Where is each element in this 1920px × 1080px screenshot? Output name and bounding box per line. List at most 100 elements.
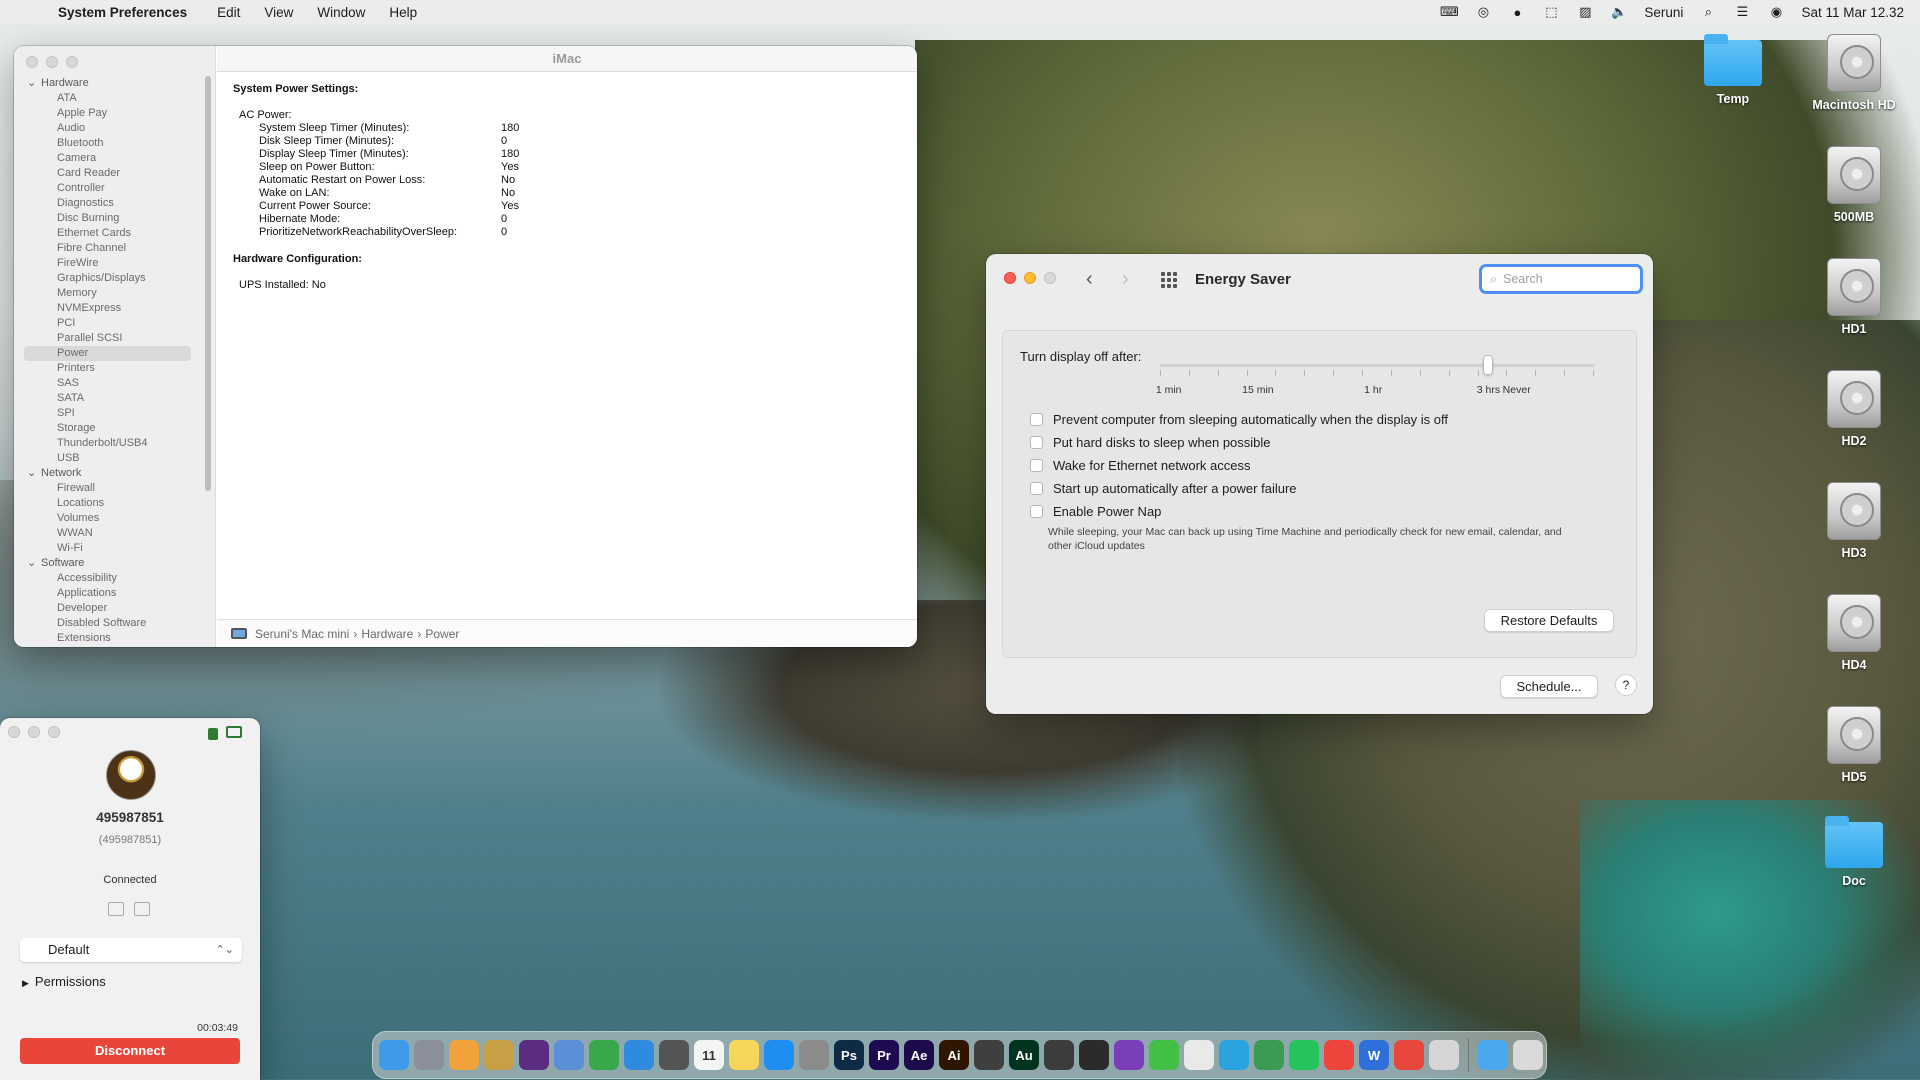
sidebar-item-network[interactable]: Network: [14, 466, 215, 481]
desktop-item-temp[interactable]: Temp: [1678, 34, 1788, 106]
minimize-button[interactable]: [1024, 272, 1036, 284]
sidebar-item-ata[interactable]: ATA: [14, 91, 215, 106]
app3-icon[interactable]: [1114, 1040, 1144, 1070]
calendar-icon[interactable]: 11: [694, 1040, 724, 1070]
close-button[interactable]: [1004, 272, 1016, 284]
sidebar-item-sas[interactable]: SAS: [14, 376, 215, 391]
option-row[interactable]: Put hard disks to sleep when possible: [1030, 435, 1271, 450]
desktop-item-hd2[interactable]: HD2: [1799, 370, 1909, 448]
sidebar-item-bluetooth[interactable]: Bluetooth: [14, 136, 215, 151]
sidebar-item-controller[interactable]: Controller: [14, 181, 215, 196]
creative-cloud-icon[interactable]: ◎: [1474, 4, 1492, 20]
minimize-button[interactable]: [46, 56, 58, 68]
word-icon[interactable]: W: [1359, 1040, 1389, 1070]
search-input[interactable]: ⌕ Search: [1479, 264, 1643, 294]
safari-icon[interactable]: [624, 1040, 654, 1070]
desktop-item-500mb[interactable]: 500MB: [1799, 146, 1909, 224]
appstore-icon[interactable]: [764, 1040, 794, 1070]
imovie-icon[interactable]: [519, 1040, 549, 1070]
option-row[interactable]: Wake for Ethernet network access: [1030, 458, 1251, 473]
zoom-button[interactable]: [66, 56, 78, 68]
calculator-icon[interactable]: [659, 1040, 689, 1070]
breadcrumb-hardware[interactable]: Hardware: [361, 627, 413, 641]
screen-share-icon[interactable]: [226, 726, 242, 738]
minimize-button[interactable]: [28, 726, 40, 738]
sidebar-item-memory[interactable]: Memory: [14, 286, 215, 301]
help-button[interactable]: ?: [1615, 674, 1637, 696]
menu-window[interactable]: Window: [317, 5, 365, 20]
davinci-icon[interactable]: [1079, 1040, 1109, 1070]
desktop-item-macintosh-hd[interactable]: Macintosh HD: [1799, 34, 1909, 112]
app-icon[interactable]: [484, 1040, 514, 1070]
slider-knob[interactable]: [1483, 355, 1494, 375]
chat-icon[interactable]: [134, 902, 150, 916]
final-cut-icon[interactable]: [974, 1040, 1004, 1070]
desktop-item-hd4[interactable]: HD4: [1799, 594, 1909, 672]
sidebar-item-developer[interactable]: Developer: [14, 601, 215, 616]
show-all-grid-icon[interactable]: [1161, 272, 1177, 288]
menu-edit[interactable]: Edit: [217, 5, 240, 20]
sidebar-item-firewall[interactable]: Firewall: [14, 481, 215, 496]
option-row[interactable]: Start up automatically after a power fai…: [1030, 481, 1297, 496]
menu-app-name[interactable]: System Preferences: [58, 5, 187, 20]
keyboard-icon[interactable]: ⌨: [1440, 4, 1459, 20]
sidebar-item-camera[interactable]: Camera: [14, 151, 215, 166]
chrome-icon[interactable]: [1184, 1040, 1214, 1070]
sidebar-item-sata[interactable]: SATA: [14, 391, 215, 406]
audition-icon[interactable]: Au: [1009, 1040, 1039, 1070]
pages-icon[interactable]: [449, 1040, 479, 1070]
zoom-button[interactable]: [48, 726, 60, 738]
launchpad-icon[interactable]: [414, 1040, 444, 1070]
forward-arrow-icon[interactable]: ›: [1122, 268, 1129, 291]
cursor-icon[interactable]: ⬚: [1542, 4, 1560, 20]
menu-clock[interactable]: Sat 11 Mar 12.32: [1801, 5, 1904, 20]
premiere-icon[interactable]: Pr: [869, 1040, 899, 1070]
disconnect-button[interactable]: Disconnect: [20, 1038, 240, 1064]
breadcrumb-power[interactable]: Power: [425, 627, 459, 641]
permissions-disclosure[interactable]: Permissions: [22, 974, 106, 989]
sidebar-item-hardware[interactable]: Hardware: [14, 76, 215, 91]
sidebar-item-accessibility[interactable]: Accessibility: [14, 571, 215, 586]
photoshop-icon[interactable]: Ps: [834, 1040, 864, 1070]
trash-icon[interactable]: [1513, 1040, 1543, 1070]
sidebar-item-fibre-channel[interactable]: Fibre Channel: [14, 241, 215, 256]
control-center-icon[interactable]: ☰: [1733, 4, 1751, 20]
spotlight-search-icon[interactable]: ⌕: [1699, 4, 1717, 20]
sidebar-item-nvmexpress[interactable]: NVMExpress: [14, 301, 215, 316]
app2-icon[interactable]: [1044, 1040, 1074, 1070]
restore-defaults-button[interactable]: Restore Defaults: [1484, 609, 1614, 632]
app5-icon[interactable]: [1394, 1040, 1424, 1070]
finder-icon[interactable]: [379, 1040, 409, 1070]
sidebar-item-usb[interactable]: USB: [14, 451, 215, 466]
menu-user-name[interactable]: Seruni: [1644, 5, 1683, 20]
printer-icon[interactable]: [1429, 1040, 1459, 1070]
close-button[interactable]: [26, 56, 38, 68]
sidebar-item-ethernet-cards[interactable]: Ethernet Cards: [14, 226, 215, 241]
sidebar-item-volumes[interactable]: Volumes: [14, 511, 215, 526]
sidebar-item-power[interactable]: Power: [24, 346, 191, 361]
option-checkbox[interactable]: [1030, 482, 1043, 495]
keynote-icon[interactable]: [554, 1040, 584, 1070]
after-effects-icon[interactable]: Ae: [904, 1040, 934, 1070]
sidebar-scrollbar[interactable]: [205, 76, 213, 491]
anydesk-icon[interactable]: [1324, 1040, 1354, 1070]
option-row[interactable]: Enable Power Nap: [1030, 504, 1161, 519]
sidebar-item-thunderbolt-usb4[interactable]: Thunderbolt/USB4: [14, 436, 215, 451]
back-arrow-icon[interactable]: ‹: [1086, 268, 1093, 291]
system-preferences-icon[interactable]: [799, 1040, 829, 1070]
sidebar-item-audio[interactable]: Audio: [14, 121, 215, 136]
notes-icon[interactable]: [729, 1040, 759, 1070]
sidebar-item-locations[interactable]: Locations: [14, 496, 215, 511]
telegram-icon[interactable]: [1219, 1040, 1249, 1070]
desktop-item-hd5[interactable]: HD5: [1799, 706, 1909, 784]
profile-select[interactable]: Default ⌃⌄: [20, 938, 242, 962]
sidebar-item-software[interactable]: Software: [14, 556, 215, 571]
sidebar-item-extensions[interactable]: Extensions: [14, 631, 215, 646]
downloads-folder-icon[interactable]: [1478, 1040, 1508, 1070]
file-transfer-icon[interactable]: [108, 902, 124, 916]
breadcrumb-computer[interactable]: Seruni's Mac mini: [255, 627, 349, 641]
display-sleep-slider[interactable]: [1160, 355, 1595, 376]
desktop-item-hd3[interactable]: HD3: [1799, 482, 1909, 560]
zoom-button[interactable]: [1044, 272, 1056, 284]
illustrator-icon[interactable]: Ai: [939, 1040, 969, 1070]
